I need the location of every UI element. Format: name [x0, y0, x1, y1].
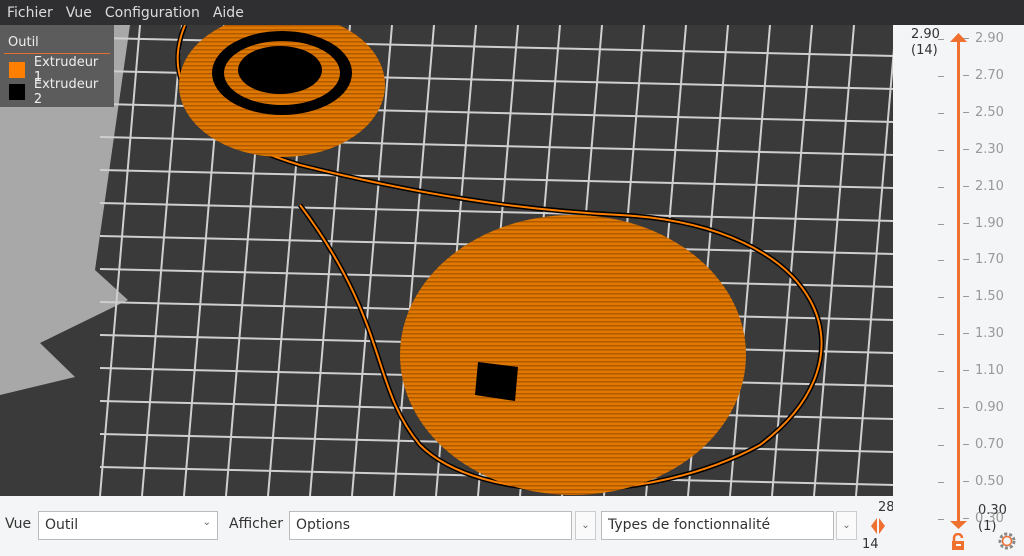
tick-label: 1.10 [963, 363, 1004, 378]
tick-mark [938, 186, 944, 188]
chevron-down-icon: ⌄ [202, 517, 211, 528]
features-value: Types de fonctionnalité [608, 517, 771, 533]
top-layer-value: 2.90 (14) [911, 27, 940, 58]
view-label: Vue [5, 516, 32, 532]
legend-title: Outil [4, 33, 110, 54]
options-value: Options [296, 517, 351, 533]
menu-vue[interactable]: Vue [61, 5, 97, 21]
tick-label: 1.70 [963, 252, 1004, 267]
tick-label: 2.50 [963, 105, 1004, 120]
settings-cog-icon[interactable] [997, 531, 1017, 551]
tick-mark [938, 481, 944, 483]
h-slider-thumb[interactable] [869, 517, 887, 535]
tick-label: 1.90 [963, 216, 1004, 231]
layer-slider-track[interactable] [957, 39, 960, 523]
top-thumb[interactable] [950, 33, 967, 42]
options-field[interactable]: Options [289, 511, 572, 540]
tick-label: 2.90 [963, 31, 1004, 46]
tick-label: 1.50 [963, 289, 1004, 304]
layer-slider-panel: 2.90 (14) 0.30 (1) 2.90 2.70 2.50 2.30 2.10 1.9… [893, 25, 1024, 556]
options-dropdown-button[interactable]: ⌄ [575, 511, 596, 540]
menu-fichier[interactable]: Fichier [2, 5, 58, 21]
color-swatch [9, 62, 25, 78]
3d-preview-canvas[interactable] [0, 25, 893, 496]
tick-mark [938, 297, 944, 299]
menu-aide[interactable]: Aide [208, 5, 249, 21]
unlock-icon[interactable] [950, 533, 966, 551]
tick-mark [938, 39, 944, 40]
tick-label: 2.30 [963, 142, 1004, 157]
menu-configuration[interactable]: Configuration [100, 5, 205, 21]
tick-label: 0.30 [963, 511, 1004, 526]
tick-label: 0.50 [963, 474, 1004, 489]
show-label: Afficher [229, 516, 284, 532]
tick-mark [938, 334, 944, 336]
tick-label: 2.10 [963, 179, 1004, 194]
view-value: Outil [45, 517, 79, 533]
tick-mark [938, 223, 944, 225]
view-select[interactable]: Outil ⌄ [38, 511, 218, 540]
tick-mark [938, 371, 944, 373]
features-dropdown-button[interactable]: ⌄ [836, 511, 857, 540]
legend-label: Extrudeur 2 [33, 77, 99, 107]
tick-mark [938, 408, 944, 409]
tick-mark [938, 75, 944, 77]
tick-mark [938, 518, 944, 520]
tick-mark [938, 444, 944, 446]
color-swatch [9, 84, 25, 100]
h-slider-min: 14 [862, 537, 879, 552]
bottom-thumb[interactable] [950, 521, 967, 529]
tick-label: 0.70 [963, 437, 1004, 452]
tick-mark [938, 149, 944, 151]
bottom-toolbar: Vue Outil ⌄ Afficher Options ⌄ Types de f… [0, 496, 895, 556]
tick-label: 1.30 [963, 326, 1004, 341]
menu-bar: Fichier Vue Configuration Aide [0, 0, 1024, 25]
features-field[interactable]: Types de fonctionnalité [601, 511, 834, 540]
tick-mark [938, 112, 944, 114]
print-object-main [400, 215, 746, 495]
tick-label: 0.90 [963, 400, 1004, 415]
tool-legend: Outil Extrudeur 1 Extrudeur 2 [0, 25, 114, 107]
tick-mark [938, 260, 944, 262]
legend-item: Extrudeur 2 [4, 77, 110, 107]
tick-label: 2.70 [963, 68, 1004, 83]
